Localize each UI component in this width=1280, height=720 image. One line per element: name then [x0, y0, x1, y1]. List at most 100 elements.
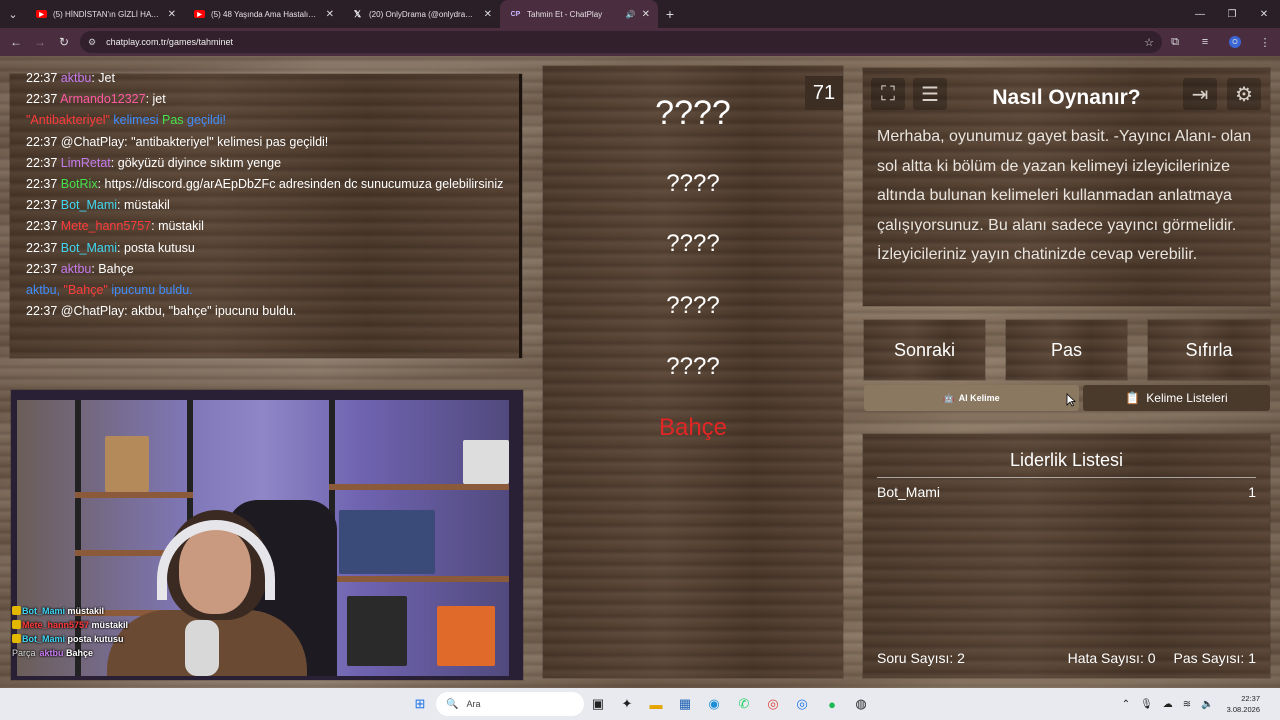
microphone-icon[interactable]: 🎙 — [1140, 699, 1153, 710]
leaderboard-title: Liderlik Listesi — [877, 450, 1256, 478]
extensions-icon[interactable]: ⧉ — [1160, 36, 1190, 49]
overlay-prefix: Parça — [12, 648, 36, 658]
windows-start-icon[interactable]: ⊞ — [410, 694, 430, 714]
edge-icon[interactable]: ◉ — [704, 694, 724, 714]
chat-timestamp: 22:37 — [26, 155, 58, 170]
restore-icon[interactable]: ❐ — [1216, 0, 1248, 28]
shelf — [329, 484, 509, 490]
leaderboard-score: 1 — [1248, 484, 1256, 500]
forbidden-word-2: ???? — [666, 230, 720, 257]
chat-text: : Bahçe — [91, 261, 134, 276]
browser-tab-4-active[interactable]: CP Tahmin Et - ChatPlay 🔊 ✕ — [500, 0, 658, 28]
chat-username[interactable]: aktbu — [61, 71, 92, 85]
site-info-icon[interactable]: ⚙ — [88, 37, 96, 48]
tab-close-icon[interactable]: ✕ — [168, 9, 176, 20]
ai-word-label: AI Kelime — [958, 393, 1000, 403]
reload-icon[interactable]: ↻ — [52, 28, 76, 56]
whatsapp-icon[interactable]: ✆ — [734, 694, 754, 714]
overlay-chat-line: Bot_Mami müstakil — [12, 604, 128, 618]
tab-search-chevron-icon[interactable]: ⌄ — [0, 0, 26, 28]
chat-message: 22:37 @ChatPlay: "antibakteriyel" kelime… — [26, 132, 505, 153]
error-count: Hata Sayısı: 0 — [1067, 650, 1156, 666]
browser-tab-1[interactable]: ▶ (5) HİNDİSTAN'ın GİZLİ HAVAİ... ✕ — [26, 0, 184, 28]
leaderboard-row: Bot_Mami 1 — [877, 484, 1256, 500]
address-bar-row: ← → ↻ ⚙ chatplay.com.tr/games/tahminet ☆… — [0, 28, 1280, 56]
search-placeholder: Ara — [466, 699, 481, 709]
chat-timestamp: 22:37 — [26, 304, 58, 319]
volume-icon[interactable]: 🔈 — [1201, 699, 1213, 710]
reset-button[interactable]: Sıfırla — [1148, 320, 1270, 380]
chat-text: : müstakil — [151, 219, 204, 234]
question-count: Soru Sayısı: 2 — [877, 650, 965, 666]
browser-tab-3[interactable]: 𝕏 (20) OnlyDrama (@onlydrama)... ✕ — [342, 0, 500, 28]
chat-username[interactable]: LimRetat — [61, 156, 111, 170]
profile-avatar[interactable]: O — [1229, 36, 1241, 48]
chat-text: @ChatPlay: "antibakteriyel" kelimesi pas… — [60, 134, 329, 149]
chat-timestamp: 22:37 — [26, 219, 58, 234]
clipboard-icon: 📋 — [1125, 391, 1141, 405]
chat-messages: 22:37 aktbu: Jet 22:37 Armando12327: jet "… — [26, 68, 505, 322]
chat-timestamp: 22:37 — [26, 261, 58, 276]
tab-close-icon[interactable]: ✕ — [642, 9, 650, 20]
chat-username[interactable]: Bot_Mami — [61, 241, 117, 255]
task-view-icon[interactable]: ▣ — [588, 694, 608, 714]
pass-button[interactable]: Pas — [1006, 320, 1127, 380]
browser-tab-2[interactable]: ▶ (5) 48 Yaşında Ama Hastalığı Yü... ✕ — [184, 0, 342, 28]
word-lists-button[interactable]: 📋 Kelime Listeleri — [1083, 385, 1270, 411]
wifi-icon[interactable]: ≋ — [1183, 699, 1191, 710]
chat-text: : Jet — [91, 71, 115, 85]
chat-badge-icon — [12, 634, 21, 643]
chat-system-part: kelimesi — [109, 113, 163, 128]
chat-panel[interactable]: 22:37 aktbu: Jet 22:37 Armando12327: jet "… — [10, 71, 522, 358]
bookmark-star-icon[interactable]: ☆ — [1144, 36, 1154, 49]
spotify-icon[interactable]: ● — [822, 694, 842, 714]
tab-title: (5) HİNDİSTAN'ın GİZLİ HAVAİ... — [53, 9, 162, 19]
tab-title: Tahmin Et - ChatPlay — [527, 9, 603, 19]
url-field[interactable]: ⚙ chatplay.com.tr/games/tahminet ☆ — [80, 31, 1162, 53]
back-arrow-icon[interactable]: ← — [4, 28, 28, 56]
tab-title: (5) 48 Yaşında Ama Hastalığı Yü... — [211, 9, 320, 19]
obs-icon[interactable]: ◍ — [851, 694, 871, 714]
copilot-icon[interactable]: ✦ — [617, 694, 637, 714]
main-word: ???? — [655, 94, 731, 132]
chat-system-part: ipucunu buldu. — [107, 283, 193, 298]
tray-chevron-icon[interactable]: ⌃ — [1122, 699, 1130, 710]
new-tab-icon[interactable]: + — [658, 6, 682, 22]
system-clock[interactable]: 22:37 3.08.2026 — [1227, 693, 1260, 715]
x-icon: 𝕏 — [353, 8, 362, 19]
next-button[interactable]: Sonraki — [864, 320, 985, 380]
leaderboard-name: Bot_Mami — [877, 484, 941, 500]
taskbar-search-input[interactable]: 🔍 Ara — [436, 692, 584, 716]
forward-arrow-icon[interactable]: → — [28, 28, 52, 56]
chat-badge-icon — [12, 606, 21, 615]
file-explorer-icon[interactable]: ▬ — [646, 694, 666, 714]
overlay-chat-line: Parça aktbu Bahçe — [12, 646, 128, 660]
speaker-icon[interactable]: 🔊 — [626, 10, 636, 19]
chat-message: aktbu, "Bahçe" ipucunu buldu. — [26, 280, 505, 301]
chat-username[interactable]: Armando12327 — [60, 92, 145, 106]
logout-icon[interactable]: ⇥ — [1183, 78, 1217, 110]
chat-username[interactable]: BotRix — [61, 177, 98, 191]
chat-username[interactable]: Mete_hann5757 — [61, 219, 151, 233]
ai-word-button[interactable]: 🤖 AI Kelime — [864, 385, 1079, 411]
chat-text: : müstakil — [117, 198, 170, 213]
onedrive-cloud-icon[interactable]: ☁ — [1163, 699, 1173, 710]
store-icon[interactable]: ▦ — [675, 694, 695, 714]
tab-close-icon[interactable]: ✕ — [326, 9, 334, 20]
settings-gear-icon[interactable]: ⚙ — [1227, 78, 1261, 110]
chat-system-part: aktbu, — [26, 283, 64, 298]
window-close-icon[interactable]: ✕ — [1248, 0, 1280, 28]
tab-close-icon[interactable]: ✕ — [484, 9, 492, 20]
windows-taskbar: ⊞ 🔍 Ara ▣ ✦ ▬ ▦ ◉ ✆ ◎ ◎ ● ◍ ⌃ 🎙 ☁ ≋ 🔈 22… — [0, 688, 1280, 720]
word-column: 71 ???? ???? ???? ???? ???? Bahçe — [543, 66, 843, 678]
chrome-profile-icon[interactable]: ◎ — [792, 694, 812, 714]
chat-system-part: "Antibakteriyel" — [26, 113, 110, 128]
media-controls-icon[interactable]: ≡ — [1190, 36, 1220, 48]
chat-username[interactable]: Bot_Mami — [61, 198, 117, 212]
chat-text: : https://discord.gg/arAEpDbZFc adresind… — [97, 177, 504, 192]
browser-menu-icon[interactable]: ⋮ — [1250, 36, 1280, 49]
chat-username[interactable]: aktbu — [61, 262, 92, 276]
chrome-icon[interactable]: ◎ — [763, 694, 783, 714]
youtube-icon: ▶ — [194, 10, 205, 18]
minimize-icon[interactable]: — — [1184, 0, 1216, 28]
